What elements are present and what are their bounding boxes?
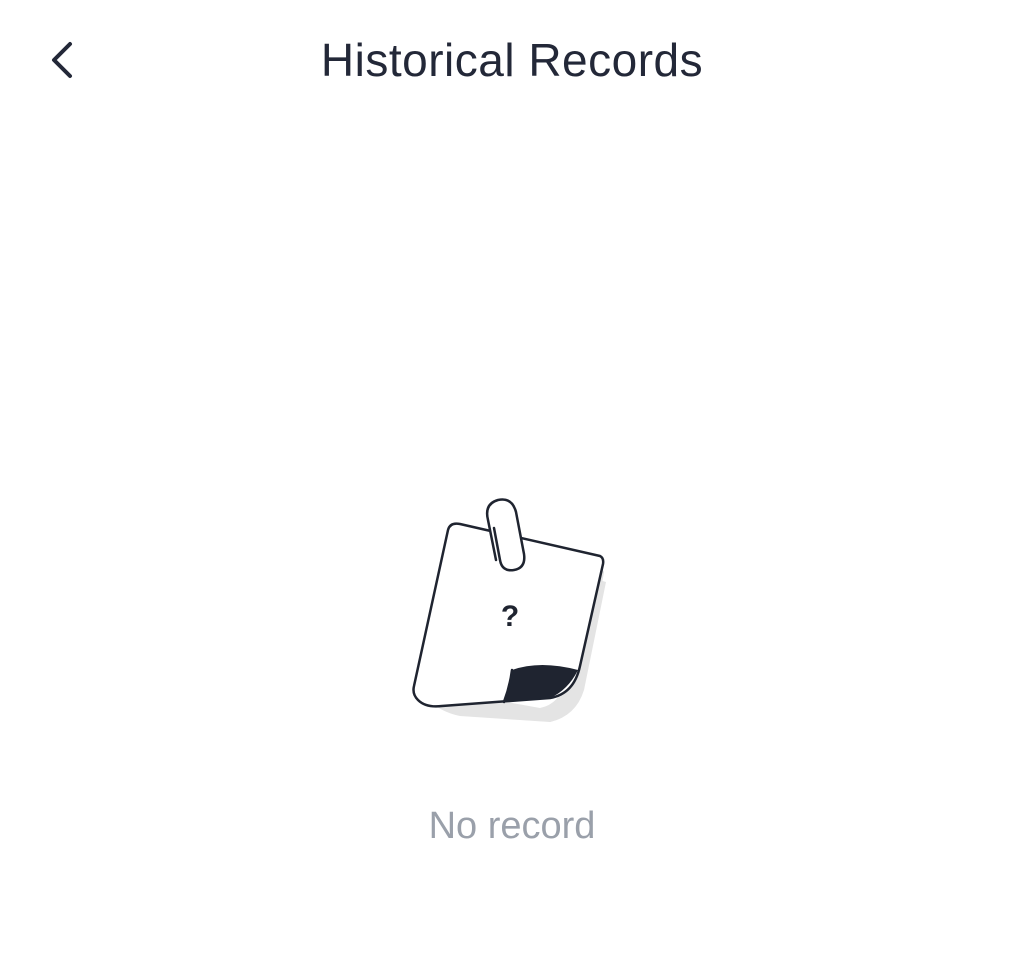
note-question-icon: ?: [412, 498, 606, 722]
header-bar: Historical Records: [0, 0, 1024, 120]
page-title: Historical Records: [320, 34, 704, 86]
empty-state-message: No record: [428, 805, 596, 847]
question-mark-glyph: ?: [501, 600, 519, 633]
empty-state: ? No record: [0, 480, 1024, 880]
